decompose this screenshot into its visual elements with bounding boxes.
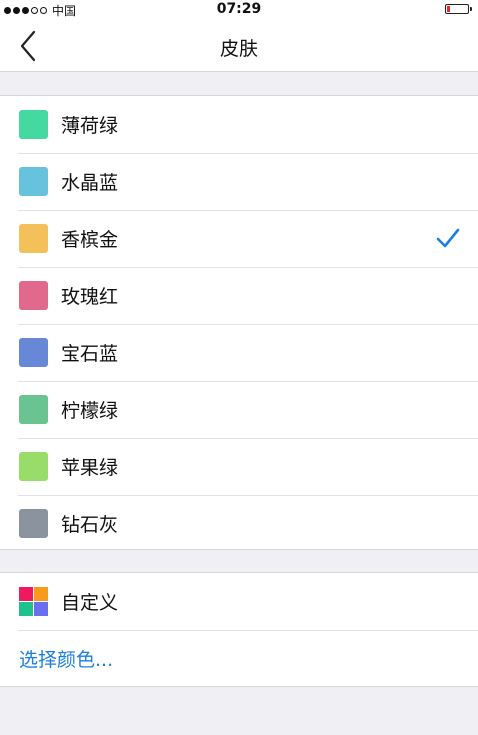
skin-label: 苹果绿: [61, 457, 119, 479]
pick-color-link[interactable]: 选择颜色...: [19, 645, 113, 672]
page-title: 皮肤: [219, 38, 258, 60]
skin-option-diamond-gray[interactable]: 钻石灰: [0, 495, 478, 552]
skin-label: 钻石灰: [61, 514, 119, 536]
color-swatch: [19, 395, 48, 424]
skin-label: 柠檬绿: [61, 400, 119, 422]
battery-level: [447, 6, 450, 12]
custom-skin-section: 自定义 选择颜色...: [0, 572, 478, 687]
battery-icon: [445, 4, 472, 14]
skin-option-crystal-blue[interactable]: 水晶蓝: [0, 153, 478, 210]
custom-skin-option[interactable]: 自定义: [0, 573, 478, 630]
checkmark-icon: [436, 228, 460, 248]
skin-option-sapphire-blue[interactable]: 宝石蓝: [0, 324, 478, 381]
color-swatch: [19, 338, 48, 367]
color-palette-icon: [19, 587, 48, 616]
skin-list: 薄荷绿 水晶蓝 香槟金 玫瑰红 宝石蓝 柠檬绿 苹果绿 钻石灰: [0, 95, 478, 550]
color-swatch: [19, 509, 48, 538]
status-time: 07:29: [216, 1, 262, 17]
color-swatch: [19, 224, 48, 253]
skin-option-rose-red[interactable]: 玫瑰红: [0, 267, 478, 324]
pick-color-row[interactable]: 选择颜色...: [0, 630, 478, 687]
color-swatch: [19, 167, 48, 196]
skin-option-lemon-green[interactable]: 柠檬绿: [0, 381, 478, 438]
skin-option-apple-green[interactable]: 苹果绿: [0, 438, 478, 495]
skin-label: 宝石蓝: [61, 343, 119, 365]
nav-bar: 皮肤: [0, 20, 478, 72]
skin-label: 玫瑰红: [61, 286, 119, 308]
skin-label: 薄荷绿: [61, 115, 119, 137]
skin-label: 香槟金: [61, 229, 119, 251]
skin-label: 水晶蓝: [61, 172, 119, 194]
color-swatch: [19, 110, 48, 139]
custom-label: 自定义: [61, 592, 119, 614]
color-swatch: [19, 452, 48, 481]
color-swatch: [19, 281, 48, 310]
skin-option-mint-green[interactable]: 薄荷绿: [0, 96, 478, 153]
status-bar: 中国 07:29: [0, 0, 478, 20]
skin-option-champagne-gold[interactable]: 香槟金: [0, 210, 478, 267]
